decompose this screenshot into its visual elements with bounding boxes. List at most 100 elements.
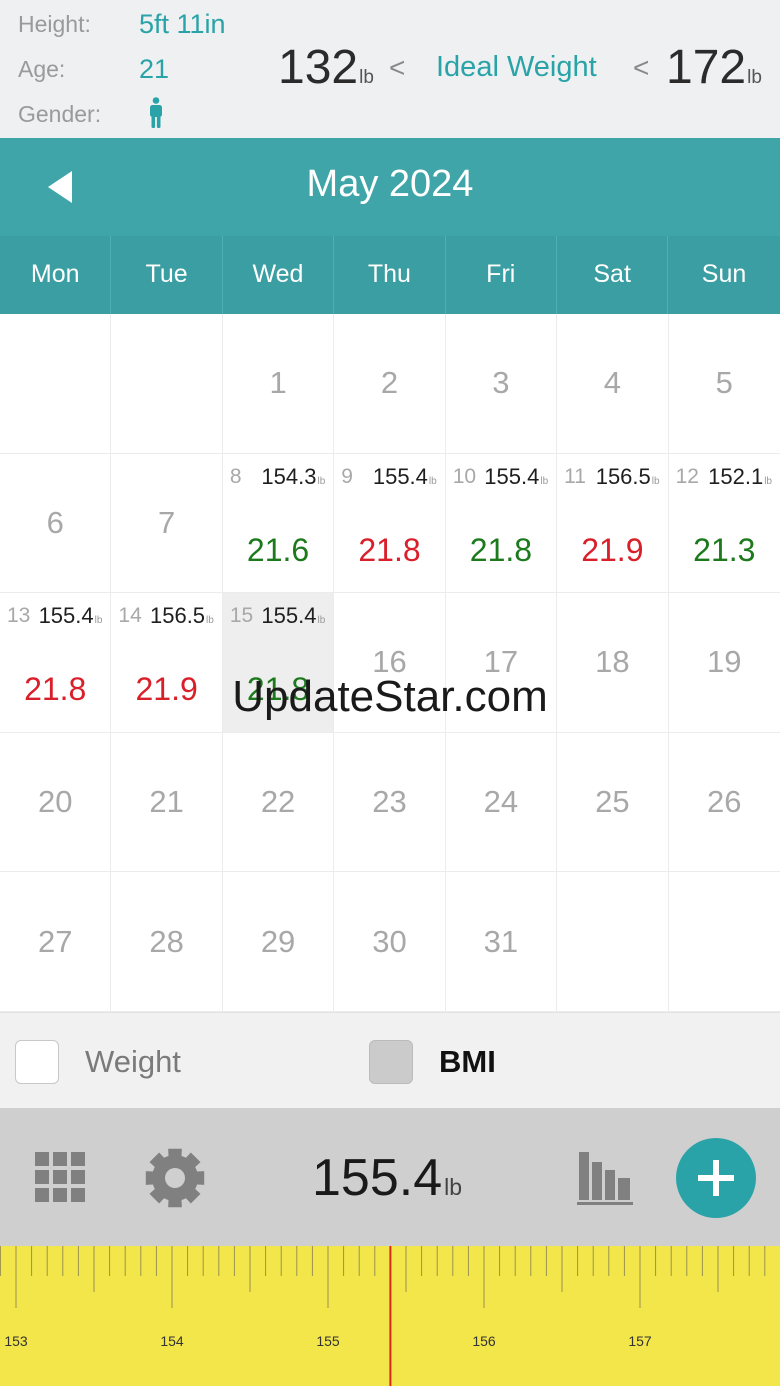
calendar-day-20[interactable]: 20: [0, 732, 112, 873]
weekday-sat: Sat: [557, 236, 669, 314]
weekday-fri: Fri: [446, 236, 557, 314]
calendar-day-7[interactable]: 7: [111, 453, 223, 594]
day-weight-value: 154.3: [261, 463, 317, 489]
calendar-empty-cell: [0, 314, 112, 454]
day-number: 8: [229, 464, 242, 488]
calendar-day-9[interactable]: 9 155.4lb 21.8: [334, 453, 446, 594]
weight-checkbox[interactable]: [15, 1040, 59, 1084]
legend-bar: Weight BMI: [0, 1012, 780, 1108]
day-number: 12: [675, 464, 699, 488]
calendar-day-13[interactable]: 13 155.4lb 21.8: [0, 593, 112, 733]
calendar-day-29[interactable]: 29: [222, 872, 335, 1012]
day-number: 4: [603, 365, 621, 401]
calendar-day-24[interactable]: 24: [445, 732, 558, 873]
day-weight: 155.4lb: [484, 464, 548, 490]
weekday-sun: Sun: [701, 260, 747, 288]
less-than-symbol-2: <: [633, 52, 650, 83]
day-weight: 155.4lb: [373, 464, 437, 490]
calendar-day-1[interactable]: 1: [222, 314, 335, 454]
gear-icon[interactable]: [143, 1146, 207, 1210]
day-number: 27: [37, 923, 73, 959]
day-bmi: 21.8: [24, 671, 87, 708]
calendar-day-4[interactable]: 4: [557, 314, 669, 454]
day-weight-value: 156.5: [595, 463, 651, 489]
calendar-day-31[interactable]: 31: [445, 872, 558, 1012]
day-weight-unit: lb: [540, 475, 549, 487]
day-number: 21: [149, 784, 184, 820]
calendar-day-25[interactable]: 25: [557, 732, 669, 873]
weekday-header: Mon Tue Wed Thu Fri Sat Sun: [0, 236, 780, 314]
day-bmi: 21.9: [581, 531, 644, 568]
calendar-day-17[interactable]: 17: [445, 593, 558, 733]
calendar-day-21[interactable]: 21: [111, 732, 223, 873]
day-bmi: 21.8: [246, 671, 310, 708]
calendar-day-6[interactable]: 6: [0, 453, 112, 594]
day-number: 16: [372, 644, 407, 680]
age-value[interactable]: 21: [139, 54, 169, 85]
weight-ruler-slider[interactable]: 153 154 155 156 157: [0, 1246, 780, 1386]
bmi-legend-label[interactable]: BMI: [439, 1044, 496, 1080]
less-than-symbol: <: [389, 52, 406, 83]
day-number: 7: [158, 504, 176, 540]
day-bmi: 21.9: [135, 671, 198, 708]
calendar-day-26[interactable]: 26: [668, 733, 780, 873]
current-weight-value: 155.4: [312, 1149, 443, 1207]
bar-chart-icon[interactable]: [577, 1150, 633, 1206]
gear-hole: [165, 1168, 185, 1188]
male-person-icon[interactable]: [147, 97, 165, 129]
calendar-day-18[interactable]: 18: [557, 593, 669, 733]
ideal-weight-label: Ideal Weight: [436, 51, 597, 83]
ideal-min-value: 132: [278, 41, 359, 94]
day-number: 10: [452, 464, 477, 488]
calendar-day-11[interactable]: 11 156.5lb 21.9: [557, 453, 669, 594]
grid-calendar-icon[interactable]: [35, 1152, 85, 1202]
app-root: Height: 5ft 11in Age: 21 Gender: 132 lb …: [0, 0, 780, 1386]
calendar-empty-cell: [111, 314, 223, 454]
calendar-day-8[interactable]: 8 154.3lb 21.6: [222, 453, 335, 594]
calendar-day-16[interactable]: 16: [334, 593, 446, 733]
weekday-mon: Mon: [0, 236, 112, 314]
calendar-day-3[interactable]: 3: [445, 314, 558, 454]
calendar-day-15[interactable]: 15 155.4lb 21.8: [222, 593, 335, 733]
height-value[interactable]: 5ft 11in: [139, 9, 226, 40]
calendar-day-23[interactable]: 23: [334, 732, 446, 873]
weight-legend-label[interactable]: Weight: [85, 1044, 181, 1080]
day-number: 23: [372, 784, 407, 820]
day-number: 6: [46, 504, 64, 540]
calendar-day-12[interactable]: 12 152.1lb 21.3: [668, 454, 780, 594]
day-number: 5: [715, 365, 733, 401]
day-number: 13: [7, 604, 31, 628]
ideal-min-unit: lb: [359, 67, 374, 88]
day-bmi: 21.6: [246, 531, 310, 568]
calendar-day-30[interactable]: 30: [334, 872, 446, 1012]
ruler-label: 154: [160, 1333, 184, 1349]
ruler-label: 155: [316, 1333, 340, 1349]
day-number: 29: [260, 923, 296, 959]
day-bmi: 21.8: [358, 531, 421, 568]
age-label: Age:: [18, 56, 66, 82]
calendar-day-2[interactable]: 2: [334, 314, 446, 454]
calendar-empty-cell: [668, 872, 780, 1012]
plus-icon: [698, 1160, 734, 1196]
ruler-label: 153: [4, 1333, 28, 1349]
day-number: 25: [595, 784, 630, 820]
calendar-day-14[interactable]: 14 156.5lb 21.9: [111, 593, 223, 733]
weekday-wed: Wed: [223, 236, 335, 314]
day-weight-unit: lb: [764, 475, 772, 487]
calendar-day-10[interactable]: 10 155.4lb 21.8: [445, 453, 558, 594]
calendar-day-28[interactable]: 28: [111, 872, 223, 1012]
month-title: May 2024: [306, 163, 474, 205]
day-weight-unit: lb: [317, 615, 326, 627]
add-entry-button[interactable]: [676, 1138, 756, 1218]
day-number: 30: [372, 923, 407, 959]
bmi-checkbox[interactable]: [369, 1040, 413, 1084]
calendar-day-19[interactable]: 19: [668, 593, 780, 733]
day-weight-value: 155.4: [484, 463, 540, 489]
day-number: 28: [149, 923, 184, 959]
day-number: 3: [492, 365, 510, 401]
calendar-day-27[interactable]: 27: [0, 872, 112, 1012]
calendar-day-22[interactable]: 22: [222, 732, 335, 873]
day-number: 20: [37, 784, 73, 820]
gender-label: Gender:: [18, 101, 102, 127]
calendar-day-5[interactable]: 5: [668, 314, 780, 454]
